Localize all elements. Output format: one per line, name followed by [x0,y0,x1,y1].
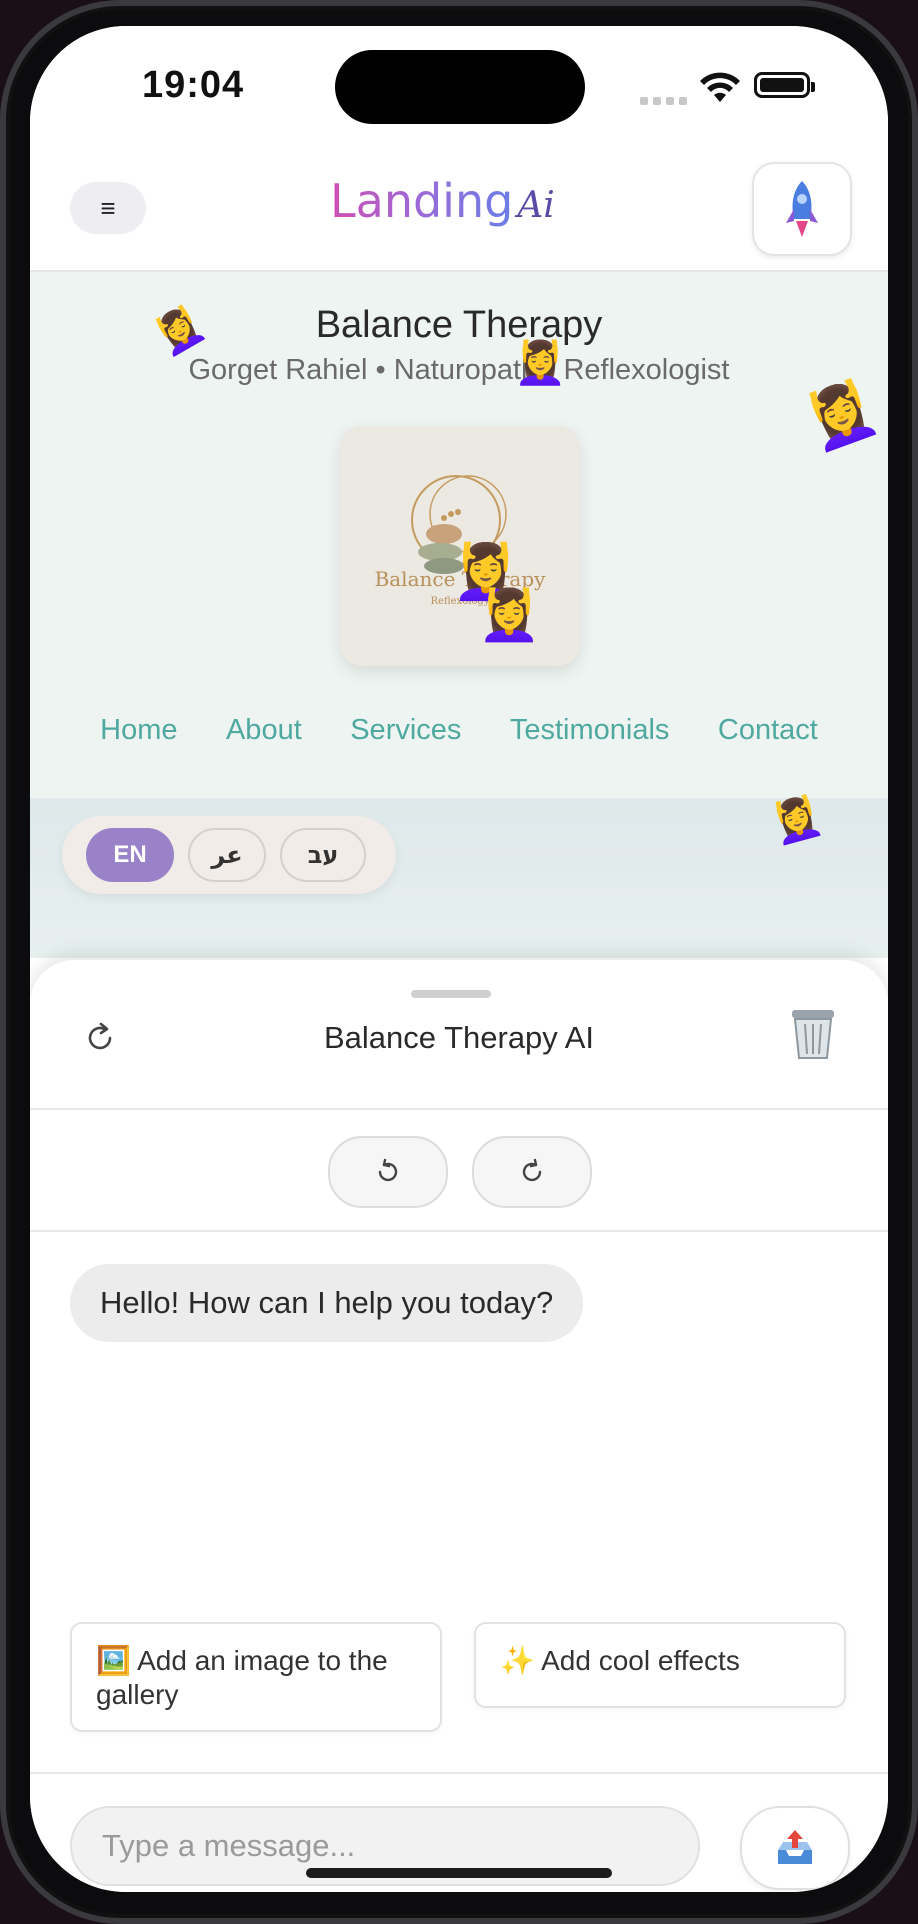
logo-ai-text: Ai [517,185,555,226]
nav-testimonials[interactable]: Testimonials [510,714,670,747]
undo-icon [378,1158,398,1182]
picture-icon: 🖼️ [96,1645,131,1676]
assistant-message: Hello! How can I help you today? [70,1264,584,1342]
nav-home[interactable]: Home [100,714,177,747]
lang-he-button[interactable]: עב [280,828,366,882]
nav-about[interactable]: About [226,714,302,747]
chat-title: Balance Therapy AI [324,1020,594,1055]
app-header: ≡ Landing Ai [30,146,888,272]
divider [30,1230,888,1232]
rocket-button[interactable] [752,162,852,256]
redo-button[interactable] [472,1136,592,1208]
language-switcher: EN عر עב [62,816,396,894]
sheet-grabber[interactable] [411,990,491,998]
logo-main-text: Landing [330,174,514,228]
status-bar: 19:04 [30,26,888,146]
site-nav: Home About Services Testimonials Contact [30,714,888,747]
redo-icon [522,1158,542,1182]
rocket-icon [786,181,818,237]
suggestion-label: Add an image to the gallery [96,1645,388,1710]
screen: 19:04 ≡ Landing Ai Balance Therapy Gorge… [30,26,888,1892]
suggestion-add-effects[interactable]: ✨ Add cool effects [474,1622,846,1708]
outbox-tray-icon [778,1830,812,1864]
menu-button[interactable]: ≡ [70,182,146,234]
language-band: EN عر עב [30,798,888,958]
massage-emoji-effect: 💆‍♀️ [478,586,541,644]
home-indicator[interactable] [306,1868,612,1878]
nav-contact[interactable]: Contact [718,714,818,747]
landing-ai-logo[interactable]: Landing Ai [330,174,555,228]
lang-ar-button[interactable]: عر [188,828,266,882]
chat-sheet: Balance Therapy AI Hello! How can I help… [30,960,888,1892]
dynamic-island [335,50,585,124]
lang-en-button[interactable]: EN [86,828,174,882]
undo-button[interactable] [328,1136,448,1208]
status-time: 19:04 [142,64,245,106]
send-button[interactable] [740,1806,850,1890]
hamburger-icon: ≡ [100,192,116,223]
wifi-icon [700,72,740,102]
sparkles-icon: ✨ [500,1645,535,1676]
massage-emoji-effect: 💆‍♀️ [514,338,567,387]
phone-frame: 19:04 ≡ Landing Ai Balance Therapy Gorge… [0,0,918,1924]
cellular-signal-icon [640,92,692,110]
business-subtitle: Gorget Rahiel • Naturopath • Reflexologi… [188,354,730,386]
battery-icon [754,72,815,98]
suggestion-label: Add cool effects [541,1645,740,1676]
nav-services[interactable]: Services [350,714,461,747]
divider [30,1772,888,1774]
trash-icon[interactable] [786,1006,840,1062]
divider [30,1108,888,1110]
hero-section: Balance Therapy Gorget Rahiel • Naturopa… [30,272,888,798]
suggestion-add-image[interactable]: 🖼️ Add an image to the gallery [70,1622,442,1732]
